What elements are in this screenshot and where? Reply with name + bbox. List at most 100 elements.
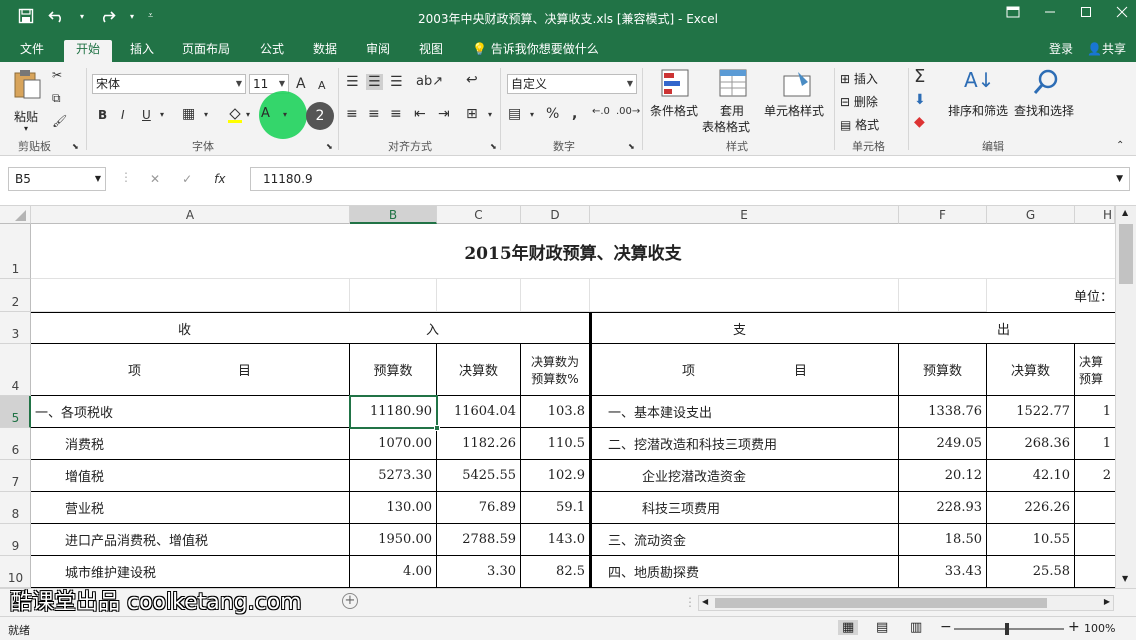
expense-item-cell[interactable]: 一、基本建设支出: [590, 396, 899, 428]
income-budget-header[interactable]: 预算数: [350, 344, 437, 396]
income-final-header[interactable]: 决算数: [437, 344, 521, 396]
expense-final-header[interactable]: 决算数: [987, 344, 1075, 396]
income-ratio-cell[interactable]: 103.8: [521, 396, 590, 428]
unit-label[interactable]: 单位：: [1070, 279, 1115, 312]
expense-final-cell[interactable]: 25.58: [987, 556, 1075, 588]
conditional-formatting-button[interactable]: 条件格式: [648, 68, 702, 134]
percent-style-button[interactable]: %: [546, 106, 559, 122]
bold-button[interactable]: B: [98, 108, 107, 122]
row-header[interactable]: 9: [0, 524, 31, 556]
zoom-in-icon[interactable]: +: [1068, 619, 1080, 635]
insert-cells-button[interactable]: ⊞ 插入: [840, 70, 878, 87]
delete-cells-button[interactable]: ⊟ 删除: [840, 93, 878, 110]
expense-item-cell[interactable]: 三、流动资金: [590, 524, 899, 556]
income-final-cell[interactable]: 76.89: [437, 492, 521, 524]
scroll-right-icon[interactable]: ▶: [1104, 597, 1110, 606]
column-header-d[interactable]: D: [521, 206, 590, 224]
tab-insert[interactable]: 插入: [130, 40, 154, 62]
align-left-icon[interactable]: ≡: [346, 106, 358, 122]
row-header[interactable]: 4: [0, 344, 31, 396]
column-header-e[interactable]: E: [590, 206, 899, 224]
scroll-left-icon[interactable]: ◀: [702, 597, 708, 606]
cancel-icon[interactable]: ✕: [150, 172, 160, 186]
income-final-cell[interactable]: 2788.59: [437, 524, 521, 556]
copy-icon[interactable]: ⧉: [52, 91, 61, 106]
row-header[interactable]: 8: [0, 492, 31, 524]
column-header-f[interactable]: F: [899, 206, 987, 224]
expense-budget-header[interactable]: 预算数: [899, 344, 987, 396]
expense-budget-cell[interactable]: 33.43: [899, 556, 987, 588]
name-box[interactable]: B5 ▼: [8, 167, 106, 191]
income-final-cell[interactable]: 1182.26: [437, 428, 521, 460]
font-color-dropdown-icon[interactable]: ▾: [283, 110, 287, 119]
column-header-h[interactable]: H: [1075, 206, 1115, 224]
grow-font-button[interactable]: A: [296, 76, 306, 92]
column-header-b[interactable]: B: [350, 206, 437, 224]
number-launcher-icon[interactable]: ⬊: [628, 142, 635, 151]
expense-item-cell[interactable]: 二、挖潜改造和科技三项费用: [590, 428, 899, 460]
maximize-icon[interactable]: [1080, 6, 1092, 18]
expense-item-header[interactable]: 项 目: [590, 344, 899, 396]
vertical-scroll-thumb[interactable]: [1119, 224, 1133, 284]
income-ratio-cell[interactable]: 110.5: [521, 428, 590, 460]
expense-ratio-header[interactable]: 决算 预算: [1075, 344, 1115, 396]
page-layout-view-icon[interactable]: ▤: [876, 620, 888, 635]
column-header-c[interactable]: C: [437, 206, 521, 224]
paste-button[interactable]: 粘贴 ▾: [12, 68, 44, 133]
font-color-button[interactable]: A: [261, 106, 270, 121]
row-header[interactable]: 1: [0, 224, 31, 279]
income-item-cell[interactable]: 进口产品消费税、增值税: [31, 524, 350, 556]
income-item-cell[interactable]: 增值税: [31, 460, 350, 492]
tab-formulas[interactable]: 公式: [260, 40, 284, 62]
income-item-cell[interactable]: 一、各项税收: [31, 396, 350, 428]
fill-color-button[interactable]: [226, 106, 244, 127]
cell[interactable]: [437, 279, 521, 312]
sheet-bar-splitter-icon[interactable]: ⋮: [684, 595, 696, 609]
horizontal-scrollbar[interactable]: ◀ ▶: [698, 595, 1114, 611]
merge-dropdown-icon[interactable]: ▾: [488, 110, 492, 119]
format-painter-icon[interactable]: 🖌: [52, 114, 67, 128]
zoom-out-icon[interactable]: −: [940, 619, 952, 635]
expense-item-cell[interactable]: 科技三项费用: [590, 492, 899, 524]
expense-budget-cell[interactable]: 1338.76: [899, 396, 987, 428]
income-item-cell[interactable]: 营业税: [31, 492, 350, 524]
expense-budget-cell[interactable]: 249.05: [899, 428, 987, 460]
zoom-slider-thumb[interactable]: [1005, 623, 1009, 635]
income-final-cell[interactable]: 5425.55: [437, 460, 521, 492]
income-final-cell[interactable]: 11604.04: [437, 396, 521, 428]
tab-page-layout[interactable]: 页面布局: [182, 40, 230, 62]
expense-budget-cell[interactable]: 228.93: [899, 492, 987, 524]
comma-style-button[interactable]: ,: [572, 106, 577, 122]
expense-final-cell[interactable]: 268.36: [987, 428, 1075, 460]
format-cells-button[interactable]: ▤ 格式: [840, 116, 879, 133]
clear-icon[interactable]: ◆: [914, 114, 925, 130]
shrink-font-button[interactable]: A: [318, 79, 326, 92]
cell[interactable]: [31, 279, 350, 312]
tab-data[interactable]: 数据: [313, 40, 337, 62]
expense-header[interactable]: 支 出: [590, 312, 1115, 344]
row-header[interactable]: 5: [0, 396, 31, 428]
zoom-level[interactable]: 100%: [1084, 622, 1115, 635]
merge-center-icon[interactable]: ⊞: [466, 106, 478, 122]
align-top-icon[interactable]: ☰: [346, 74, 359, 90]
expense-item-cell[interactable]: 四、地质勘探费: [590, 556, 899, 588]
expense-budget-cell[interactable]: 18.50: [899, 524, 987, 556]
increase-indent-icon[interactable]: ⇥: [438, 106, 450, 122]
add-sheet-icon[interactable]: +: [342, 593, 358, 609]
row-header[interactable]: 2: [0, 279, 31, 312]
income-final-cell[interactable]: 3.30: [437, 556, 521, 588]
cell-styles-button[interactable]: 单元格样式: [764, 68, 828, 134]
expense-ratio-cell[interactable]: 1: [1075, 396, 1115, 428]
insert-function-icon[interactable]: fx: [214, 172, 225, 186]
expense-ratio-cell[interactable]: [1075, 524, 1115, 556]
find-select-button[interactable]: 查找和选择: [1014, 68, 1078, 134]
expense-ratio-cell[interactable]: 1: [1075, 428, 1115, 460]
font-launcher-icon[interactable]: ⬊: [326, 142, 333, 151]
select-all-corner[interactable]: [0, 206, 31, 224]
expense-budget-cell[interactable]: 20.12: [899, 460, 987, 492]
fill-icon[interactable]: ⬇: [914, 92, 926, 108]
income-ratio-cell[interactable]: 82.5: [521, 556, 590, 588]
align-center-icon[interactable]: ≡: [368, 106, 380, 122]
expense-item-cell[interactable]: 企业挖潜改造资金: [590, 460, 899, 492]
share-button[interactable]: 👤共享: [1087, 40, 1126, 57]
